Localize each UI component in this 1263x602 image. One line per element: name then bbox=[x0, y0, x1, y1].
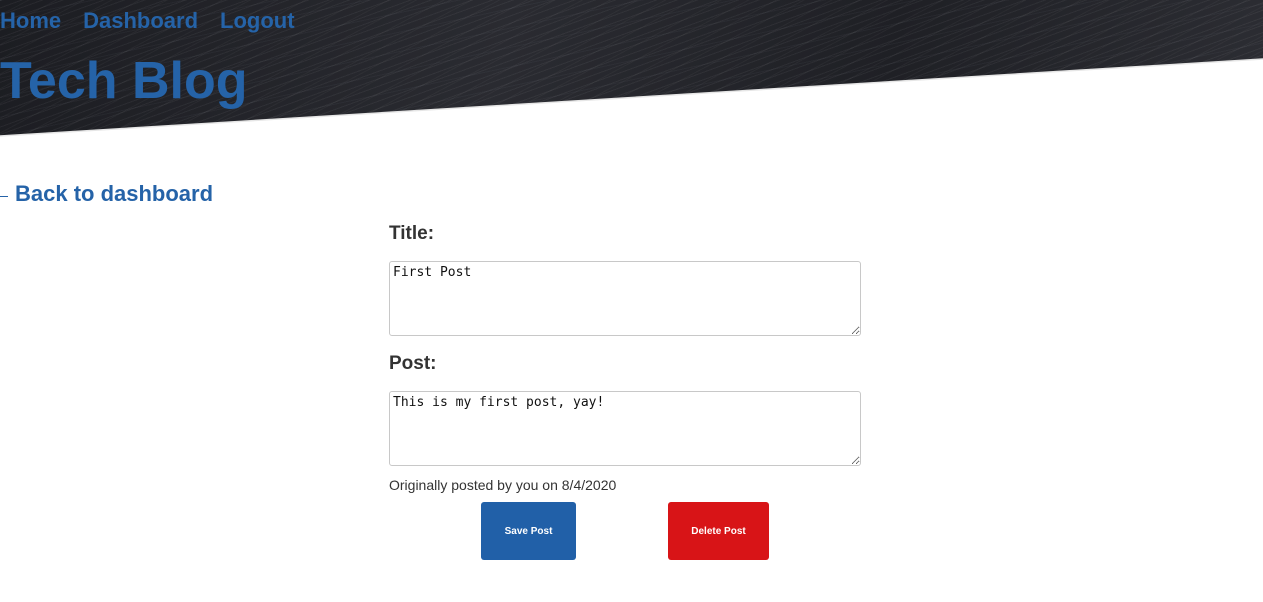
title-input[interactable]: First Post bbox=[389, 261, 861, 336]
back-link-label: Back to dashboard bbox=[15, 181, 214, 206]
site-title: Tech Blog bbox=[0, 52, 248, 110]
nav-logout-link[interactable]: Logout bbox=[220, 8, 295, 34]
main-nav: Home Dashboard Logout bbox=[0, 8, 295, 34]
nav-home-link[interactable]: Home bbox=[0, 8, 61, 34]
nav-dashboard-link[interactable]: Dashboard bbox=[83, 8, 198, 34]
back-to-dashboard-link[interactable]: Back to dashboard bbox=[0, 180, 213, 208]
back-arrow-icon bbox=[0, 195, 8, 197]
post-meta-text: Originally posted by you on 8/4/2020 bbox=[389, 477, 617, 493]
save-post-button[interactable]: Save Post bbox=[481, 502, 576, 560]
title-label: Title: bbox=[389, 223, 435, 244]
delete-post-button[interactable]: Delete Post bbox=[668, 502, 769, 560]
post-body-input[interactable]: This is my first post, yay! bbox=[389, 391, 861, 466]
post-label: Post: bbox=[389, 353, 437, 374]
